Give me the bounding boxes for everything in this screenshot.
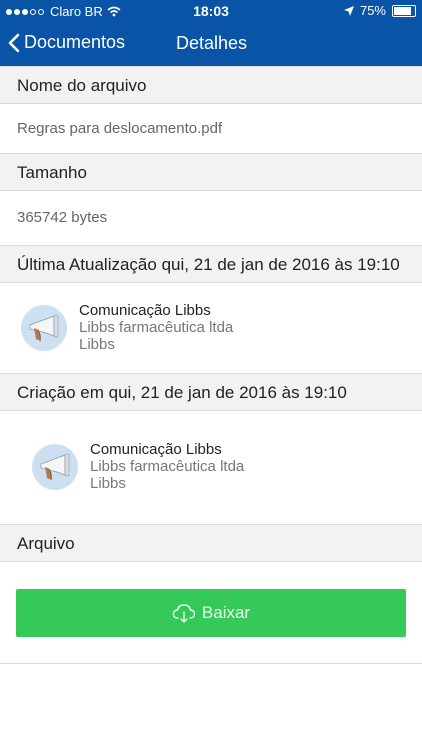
avatar xyxy=(32,443,78,490)
updated-by-org: Libbs xyxy=(79,336,115,353)
section-header-filename: Nome do arquivo xyxy=(0,66,422,104)
created-by-company: Libbs farmacêutica ltda xyxy=(90,458,245,475)
navigation-bar: Documentos Detalhes xyxy=(0,22,422,66)
updated-by-name: Comunicação Libbs xyxy=(79,302,211,319)
battery-percent: 75% xyxy=(359,3,386,18)
back-label: Documentos xyxy=(24,32,126,52)
created-by-info: Comunicação Libbs Libbs farmacêutica ltd… xyxy=(90,441,244,492)
created-by-card: Comunicação Libbs Libbs farmacêutica ltd… xyxy=(32,441,244,492)
cloud-download-icon xyxy=(172,604,196,623)
back-button[interactable]: Documentos xyxy=(8,32,125,53)
size-value: 365742 bytes xyxy=(17,209,108,226)
updated-by-card: Comunicação Libbs Libbs farmacêutica ltd… xyxy=(21,302,233,353)
status-bar: Claro BR 18:03 75% xyxy=(0,0,422,22)
updated-by-company: Libbs farmacêutica ltda xyxy=(79,319,234,336)
battery-icon xyxy=(392,4,416,17)
page-title: Detalhes xyxy=(176,33,248,53)
section-header-size: Tamanho xyxy=(0,153,422,191)
section-header-created: Criação em qui, 21 de jan de 2016 às 19:… xyxy=(0,373,422,411)
download-button[interactable]: Baixar xyxy=(16,589,406,637)
status-right: 75% xyxy=(343,3,416,18)
created-by-name: Comunicação Libbs xyxy=(90,441,222,458)
megaphone-icon xyxy=(29,314,59,341)
location-arrow-icon xyxy=(343,5,354,16)
bottom-divider xyxy=(0,663,422,664)
download-label: Baixar xyxy=(201,603,251,622)
avatar xyxy=(21,304,67,351)
section-header-updated: Última Atualização qui, 21 de jan de 201… xyxy=(0,245,422,283)
megaphone-icon xyxy=(40,453,70,480)
updated-by-info: Comunicação Libbs Libbs farmacêutica ltd… xyxy=(79,302,233,353)
created-by-org: Libbs xyxy=(90,475,126,492)
section-header-file: Arquivo xyxy=(0,524,422,562)
filename-value: Regras para deslocamento.pdf xyxy=(17,120,223,137)
back-chevron-icon xyxy=(8,33,20,52)
